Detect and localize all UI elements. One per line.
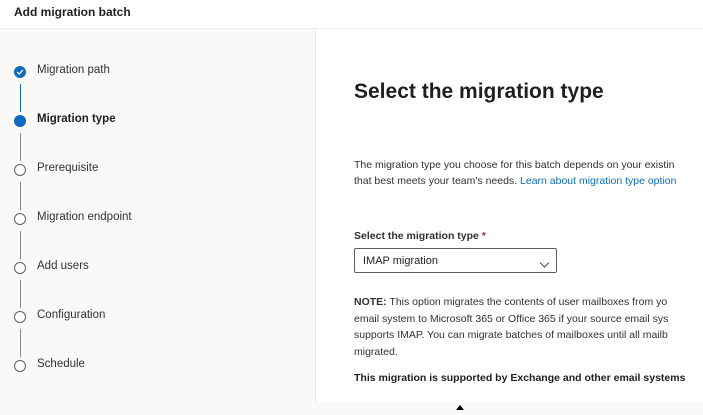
mouse-cursor-icon: [455, 397, 465, 415]
main-content: Select the migration type The migration …: [316, 29, 703, 403]
step-label: Prerequisite: [37, 162, 99, 174]
pending-step-indicator: [14, 164, 26, 176]
pending-step-indicator: [14, 360, 26, 372]
step-schedule[interactable]: Schedule: [0, 354, 315, 378]
note-line: migrated.: [354, 345, 398, 358]
description: The migration type you choose for this b…: [354, 157, 703, 189]
description-line: that best meets your team's needs. Learn…: [354, 173, 703, 189]
support-statement: This migration is supported by Exchange …: [354, 372, 686, 384]
step-label: Migration path: [37, 64, 110, 76]
step-label: Migration endpoint: [37, 211, 132, 223]
step-connector: [20, 84, 21, 112]
step-configuration[interactable]: Configuration: [0, 305, 315, 329]
step-connector: [20, 182, 21, 210]
panel-title: Add migration batch: [14, 5, 131, 19]
step-connector: [20, 133, 21, 161]
step-connector: [20, 329, 21, 357]
panel-header: Add migration batch: [0, 0, 703, 29]
chevron-down-icon: [539, 256, 550, 274]
checkmark-icon: [14, 66, 26, 78]
pending-step-indicator: [14, 311, 26, 323]
description-line: The migration type you choose for this b…: [354, 159, 675, 171]
step-migration-endpoint[interactable]: Migration endpoint: [0, 207, 315, 231]
pending-step-indicator: [14, 213, 26, 225]
note-label: NOTE:: [354, 296, 387, 308]
note-line: NOTE: This option migrates the contents …: [354, 294, 703, 311]
step-add-users[interactable]: Add users: [0, 256, 315, 280]
step-label: Configuration: [37, 309, 106, 321]
step-connector: [20, 231, 21, 259]
page-title: Select the migration type: [354, 80, 604, 103]
step-prerequisite[interactable]: Prerequisite: [0, 158, 315, 182]
note-line: supports IMAP. You can migrate batches o…: [354, 329, 668, 341]
note-text: NOTE: This option migrates the contents …: [354, 294, 703, 360]
learn-more-link[interactable]: Learn about migration type option: [520, 175, 676, 187]
note-text-part: This option migrates the contents of use…: [386, 296, 668, 308]
selected-value: IMAP migration: [363, 255, 438, 267]
required-marker: *: [481, 230, 486, 242]
description-text: that best meets your team's needs.: [354, 175, 521, 187]
note-line: email system to Microsoft 365 or Office …: [354, 312, 669, 325]
step-migration-path[interactable]: Migration path: [0, 60, 315, 84]
migration-type-dropdown[interactable]: IMAP migration: [354, 248, 557, 273]
step-label: Migration type: [37, 113, 116, 125]
wizard-steps: Migration path Migration type Prerequisi…: [0, 29, 316, 403]
step-migration-type[interactable]: Migration type: [0, 109, 315, 133]
step-label: Schedule: [37, 358, 85, 370]
step-connector: [20, 280, 21, 308]
current-step-indicator: [14, 115, 26, 127]
field-label-text: Select the migration type: [354, 230, 479, 242]
step-label: Add users: [37, 260, 89, 272]
pending-step-indicator: [14, 262, 26, 274]
migration-type-label: Select the migration type *: [354, 230, 486, 242]
